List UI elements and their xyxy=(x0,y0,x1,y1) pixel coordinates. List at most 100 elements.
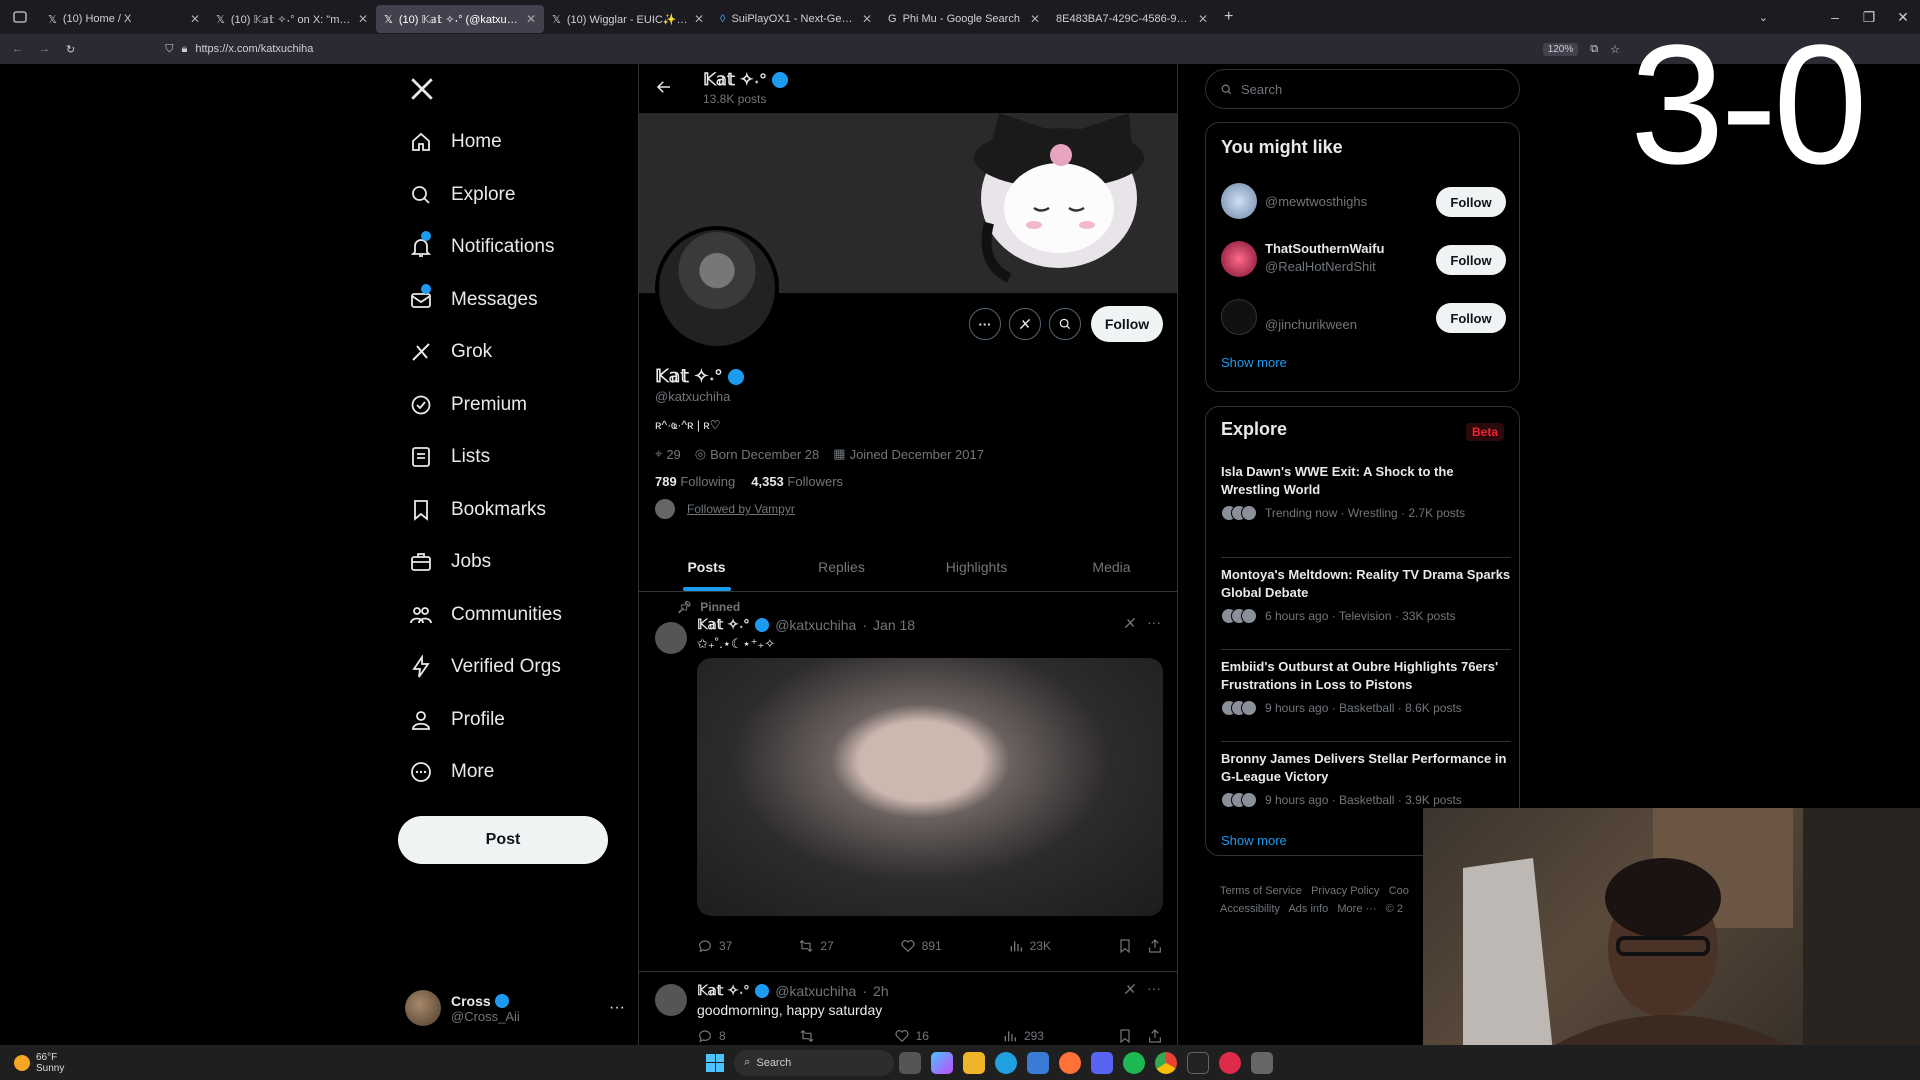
share-button[interactable] xyxy=(1147,1028,1163,1044)
bookmark-star-icon[interactable]: ☆ xyxy=(1610,43,1620,56)
trend-item[interactable]: Embiid's Outburst at Oubre Highlights 76… xyxy=(1221,649,1511,716)
browser-tab[interactable]: 8E483BA7-429C-4586-9AE3-17259✕ xyxy=(1048,5,1216,33)
close-icon[interactable]: ✕ xyxy=(190,12,200,26)
nav-home[interactable]: Home xyxy=(395,116,635,169)
taskbar-search[interactable]: ⌕ Search xyxy=(734,1049,895,1076)
share-button[interactable] xyxy=(1147,938,1163,954)
nav-jobs[interactable]: Jobs xyxy=(395,536,635,589)
trend-item[interactable]: Isla Dawn's WWE Exit: A Shock to the Wre… xyxy=(1221,463,1511,521)
nav-verified-orgs[interactable]: Verified Orgs xyxy=(395,641,635,694)
tab-highlights[interactable]: Highlights xyxy=(909,542,1044,591)
close-window-icon[interactable]: ✕ xyxy=(1886,9,1920,26)
show-more-link[interactable]: Show more xyxy=(1221,833,1287,848)
follow-button[interactable]: Follow xyxy=(1436,245,1506,275)
windows-start-icon[interactable] xyxy=(706,1053,725,1072)
follow-button[interactable]: Follow xyxy=(1436,187,1506,217)
more-button[interactable]: ··· xyxy=(969,308,1001,340)
more-dots-icon[interactable]: ··· xyxy=(1147,980,1161,996)
close-icon[interactable]: ✕ xyxy=(526,12,536,26)
suggested-user[interactable]: ThatSouthernWaifu @RealHotNerdShit Follo… xyxy=(1221,235,1506,285)
app-icon[interactable] xyxy=(1251,1051,1274,1074)
browser-tab[interactable]: ◊SuiPlayOX1 - Next-Gen Handhe✕ xyxy=(712,5,880,33)
like-button[interactable]: 891 xyxy=(900,938,942,954)
new-tab-icon[interactable]: + xyxy=(1224,8,1233,26)
avatar[interactable] xyxy=(655,622,687,654)
grok-icon[interactable] xyxy=(1123,982,1137,996)
browser-tab[interactable]: 𝕏(10) 𝕂𝕒𝕥 ✧˖° on X: "me + my l✕ xyxy=(208,5,376,33)
task-view-icon[interactable] xyxy=(899,1051,922,1074)
back-arrow-icon[interactable] xyxy=(655,78,673,96)
browser-tab-active[interactable]: 𝕏(10) 𝕂𝕒𝕥 ✧˖° (@katxuchiha) / X✕ xyxy=(376,5,544,33)
more-dots-icon[interactable]: ··· xyxy=(609,999,625,1017)
views-button[interactable]: 293 xyxy=(1002,1028,1044,1044)
followed-by[interactable]: Followed by Vampyr xyxy=(655,499,1155,519)
file-explorer-icon[interactable] xyxy=(963,1051,986,1074)
profile-avatar[interactable] xyxy=(655,226,779,350)
copilot-icon[interactable] xyxy=(931,1051,954,1074)
nav-bookmarks[interactable]: Bookmarks xyxy=(395,484,635,537)
close-icon[interactable]: ✕ xyxy=(694,12,704,26)
close-icon[interactable]: ✕ xyxy=(358,12,368,26)
grok-icon[interactable] xyxy=(1123,616,1137,630)
forward-icon[interactable]: → xyxy=(39,43,50,55)
search-profile-button[interactable] xyxy=(1049,308,1081,340)
browser-tab[interactable]: G Phi Mu - Google Search ✕ xyxy=(880,5,1048,33)
nav-messages[interactable]: Messages xyxy=(395,274,635,327)
followers-link[interactable]: 4,353 Followers xyxy=(751,474,843,489)
tab-replies[interactable]: Replies xyxy=(774,542,909,591)
grok-button[interactable] xyxy=(1009,308,1041,340)
repost-button[interactable] xyxy=(799,1028,821,1044)
app-icon[interactable] xyxy=(1187,1051,1210,1074)
close-icon[interactable]: ✕ xyxy=(862,12,872,26)
tab-posts[interactable]: Posts xyxy=(639,542,774,591)
nav-explore[interactable]: Explore xyxy=(395,169,635,222)
reload-icon[interactable]: ↻ xyxy=(66,43,75,56)
zoom-level[interactable]: 120% xyxy=(1542,42,1579,56)
follow-button[interactable]: Follow xyxy=(1436,303,1506,333)
like-button[interactable]: 16 xyxy=(894,1028,929,1044)
post-image[interactable] xyxy=(697,658,1163,916)
reply-button[interactable]: 8 xyxy=(697,1028,726,1044)
back-icon[interactable]: ← xyxy=(12,43,23,55)
show-more-link[interactable]: Show more xyxy=(1221,355,1287,370)
browser-tab[interactable]: 𝕏 (10) Home / X ✕ xyxy=(40,5,208,33)
following-link[interactable]: 789 Following xyxy=(655,474,735,489)
x-logo-icon[interactable] xyxy=(395,64,635,116)
account-switcher[interactable]: Cross @Cross_Aii ··· xyxy=(405,984,625,1032)
trend-item[interactable]: Bronny James Delivers Stellar Performanc… xyxy=(1221,741,1511,808)
nav-profile[interactable]: Profile xyxy=(395,694,635,747)
close-icon[interactable]: ✕ xyxy=(1030,12,1040,26)
nav-grok[interactable]: Grok xyxy=(395,326,635,379)
post-pinned[interactable]: 📌︎ Pinned 𝕂𝕒𝕥 ✧˖° @katxuchiha · Jan 18 ···… xyxy=(639,592,1177,972)
search-input[interactable]: Search xyxy=(1205,69,1520,109)
follow-button[interactable]: Follow xyxy=(1091,306,1163,342)
obs-icon[interactable] xyxy=(1219,1051,1242,1074)
discord-icon[interactable] xyxy=(1091,1051,1114,1074)
views-button[interactable]: 23K xyxy=(1008,938,1051,954)
tab-list-icon[interactable] xyxy=(6,3,34,31)
bookmark-button[interactable] xyxy=(1117,1028,1133,1044)
nav-communities[interactable]: Communities xyxy=(395,589,635,642)
firefox-icon[interactable] xyxy=(1059,1051,1082,1074)
suggested-user[interactable]: @jinchurikween Follow xyxy=(1221,293,1506,343)
avatar[interactable] xyxy=(655,984,687,1016)
browser-tab[interactable]: 𝕏(10) Wigglar - EUIC✨ (@Wigg✕ xyxy=(544,5,712,33)
nav-notifications[interactable]: Notifications xyxy=(395,221,635,274)
post-button[interactable]: Post xyxy=(398,816,608,864)
edge-icon[interactable] xyxy=(995,1051,1018,1074)
reply-button[interactable]: 37 xyxy=(697,938,732,954)
weather-widget[interactable]: 66°F Sunny xyxy=(14,1052,64,1074)
trend-item[interactable]: Montoya's Meltdown: Reality TV Drama Spa… xyxy=(1221,557,1511,624)
nav-more[interactable]: More xyxy=(395,746,635,799)
close-icon[interactable]: ✕ xyxy=(1198,12,1208,26)
spotify-icon[interactable] xyxy=(1123,1051,1146,1074)
post[interactable]: 𝕂𝕒𝕥 ✧˖° @katxuchiha · 2h ··· goodmorning,… xyxy=(639,972,1177,1054)
translate-icon[interactable]: ⧉ xyxy=(1590,43,1598,56)
store-icon[interactable] xyxy=(1027,1051,1050,1074)
chrome-icon[interactable] xyxy=(1155,1051,1178,1074)
bookmark-button[interactable] xyxy=(1117,938,1133,954)
more-dots-icon[interactable]: ··· xyxy=(1147,614,1161,630)
repost-button[interactable]: 27 xyxy=(798,938,834,954)
tab-media[interactable]: Media xyxy=(1044,542,1177,591)
nav-premium[interactable]: Premium xyxy=(395,379,635,432)
